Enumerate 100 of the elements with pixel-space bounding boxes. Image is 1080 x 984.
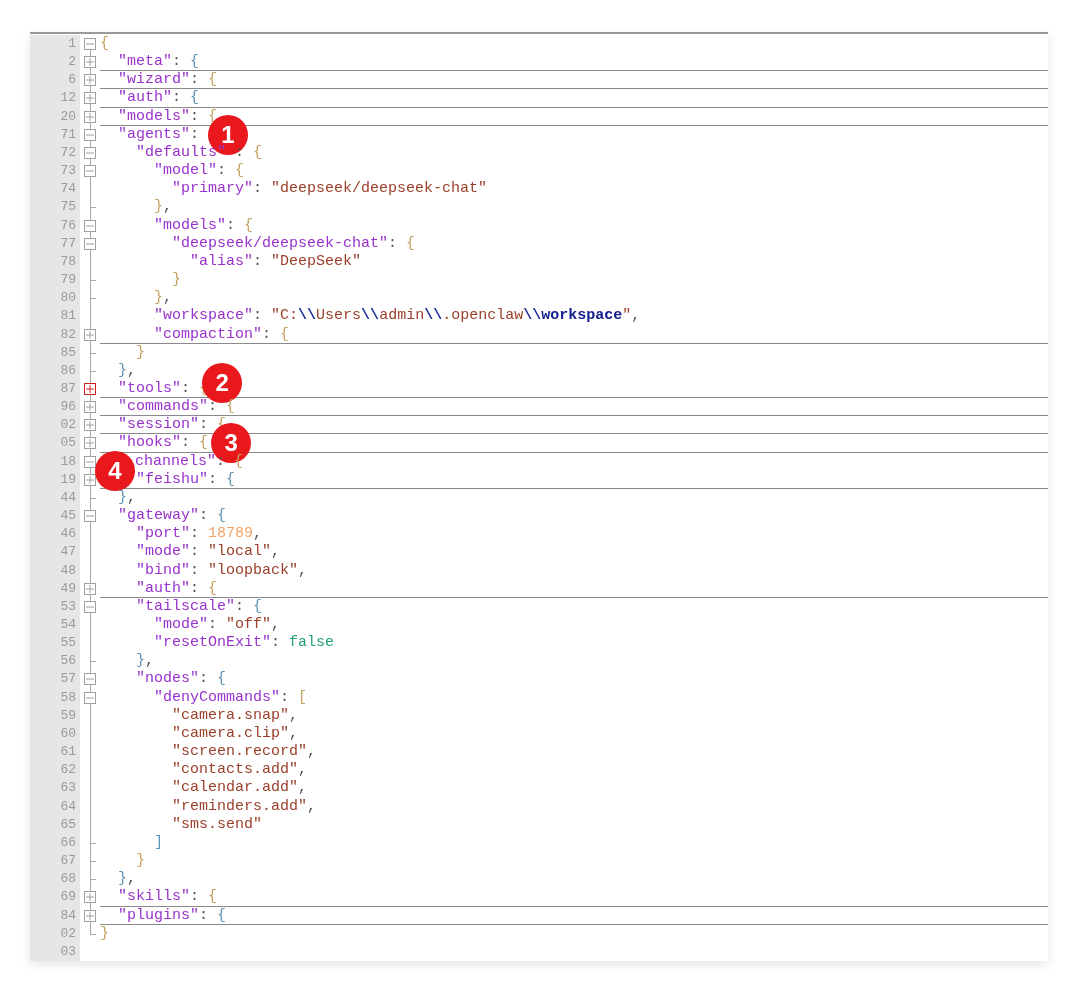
line-number: 55 <box>60 635 76 651</box>
collapse-icon[interactable] <box>84 455 96 468</box>
collapse-icon[interactable] <box>84 600 96 613</box>
expand-icon[interactable] <box>84 419 96 432</box>
line-number: 72 <box>60 144 76 160</box>
line-number: 48 <box>60 562 76 578</box>
line-number: 76 <box>60 217 76 233</box>
code-line: "gateway": { <box>118 507 227 525</box>
line-number: 84 <box>60 907 76 923</box>
code-line: }, <box>118 870 137 888</box>
code-line: "camera.clip", <box>172 724 299 742</box>
code-line: "denyCommands": [ <box>154 688 308 706</box>
line-number: 62 <box>60 762 76 778</box>
code-line: "alias": "DeepSeek" <box>190 252 362 270</box>
expand-icon[interactable] <box>84 382 96 395</box>
code-line: "port": 18789, <box>136 525 263 543</box>
code-line: "skills": { <box>118 888 218 906</box>
line-number: 85 <box>60 344 76 360</box>
line-number: 6 <box>68 72 76 88</box>
expand-icon[interactable] <box>84 473 96 486</box>
line-number: 1 <box>68 36 76 51</box>
expand-icon[interactable] <box>84 437 96 450</box>
line-number: 54 <box>60 617 76 632</box>
line-number: 86 <box>60 362 76 378</box>
collapse-icon[interactable] <box>84 510 96 523</box>
line-number: 47 <box>60 544 76 560</box>
code-line: "mode": "off", <box>154 616 281 633</box>
code-line: "meta": { <box>118 53 200 71</box>
line-number: 19 <box>60 471 76 487</box>
line-number: 12 <box>60 90 76 106</box>
code-line: "feishu": { <box>136 470 236 488</box>
code-line: }, <box>154 289 173 307</box>
code-line: } <box>136 852 146 870</box>
code-line: "auth": { <box>118 89 200 107</box>
code-line: } <box>172 271 182 289</box>
line-number: 46 <box>60 526 76 542</box>
code-line: "screen.record", <box>172 743 317 761</box>
line-number: 67 <box>60 853 76 869</box>
line-number: 66 <box>60 834 76 850</box>
code-line: "model": { <box>154 162 245 180</box>
code-line: }, <box>118 361 137 379</box>
code-line: "plugins": { <box>118 906 227 924</box>
expand-icon[interactable] <box>84 56 96 69</box>
expand-icon[interactable] <box>84 92 96 105</box>
collapse-icon[interactable] <box>84 165 96 178</box>
line-number: 59 <box>60 707 76 723</box>
code-line: "auth": { <box>136 579 218 597</box>
line-number: 61 <box>60 744 76 760</box>
expand-icon[interactable] <box>84 582 96 595</box>
code-line: }, <box>118 488 137 506</box>
code-line: "deepseek/deepseek-chat": { <box>172 234 416 252</box>
collapse-icon[interactable] <box>84 237 96 250</box>
code-line: }, <box>136 652 155 670</box>
collapse-icon[interactable] <box>84 38 96 50</box>
collapse-icon[interactable] <box>84 691 96 704</box>
code-line: "nodes": { <box>136 670 227 688</box>
collapse-icon[interactable] <box>84 146 96 159</box>
line-number: 81 <box>60 308 76 324</box>
line-number: 82 <box>60 326 76 342</box>
expand-icon[interactable] <box>84 74 96 87</box>
line-number: 77 <box>60 235 76 251</box>
code-line: "workspace": "C:\\Users\\admin\\.openclaw\\workspace", <box>154 307 641 325</box>
line-number: 96 <box>60 399 76 415</box>
collapse-icon[interactable] <box>84 219 96 232</box>
code-line: "models": { <box>154 216 254 234</box>
line-number: 49 <box>60 580 76 596</box>
code-line: }, <box>154 198 173 216</box>
line-number: 56 <box>60 653 76 669</box>
line-number: 58 <box>60 689 76 705</box>
expand-icon[interactable] <box>84 110 96 123</box>
collapse-icon[interactable] <box>84 673 96 686</box>
line-number: 69 <box>60 889 76 905</box>
collapse-icon[interactable] <box>84 128 96 141</box>
code-line: "wizard": { <box>118 71 218 89</box>
line-number: 63 <box>60 780 76 796</box>
step-badge: 4 <box>95 450 135 491</box>
code-line: "primary": "deepseek/deepseek-chat" <box>172 180 488 198</box>
line-number: 71 <box>60 126 76 142</box>
code-line: "reminders.add", <box>172 797 317 815</box>
line-number: 68 <box>60 871 76 887</box>
line-number: 73 <box>60 163 76 179</box>
code-line: "contacts.add", <box>172 761 308 779</box>
code-line: "camera.snap", <box>172 706 299 724</box>
code-line: "mode": "local", <box>136 543 281 561</box>
line-number: 44 <box>60 489 76 505</box>
line-number: 45 <box>60 508 76 524</box>
line-number: 80 <box>60 290 76 306</box>
expand-icon[interactable] <box>84 401 96 414</box>
expand-icon[interactable] <box>84 328 96 341</box>
expand-icon[interactable] <box>84 909 96 922</box>
expand-icon[interactable] <box>84 891 96 904</box>
code-line: "defaults" : { <box>136 143 263 161</box>
line-number: 60 <box>60 725 76 741</box>
line-number: 65 <box>60 816 76 832</box>
code-line: "tailscale": { <box>136 597 263 615</box>
line-number: 53 <box>60 598 76 614</box>
code-line: { <box>100 35 109 52</box>
line-number: 20 <box>60 108 76 124</box>
code-line: "bind": "loopback", <box>136 561 308 579</box>
line-number: 02 <box>60 925 76 941</box>
